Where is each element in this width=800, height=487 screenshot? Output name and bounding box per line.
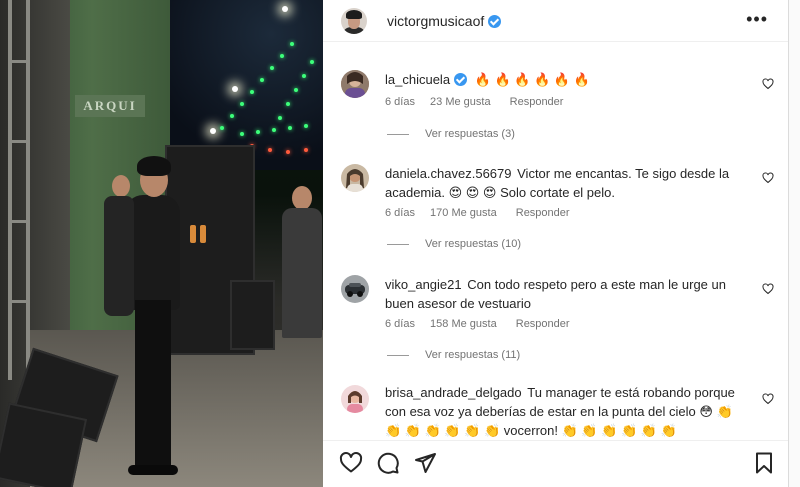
verified-badge-icon [454,73,468,86]
view-replies-text[interactable]: Ver respuestas (11) [425,349,520,361]
post-photo[interactable]: ARQUI [0,0,323,487]
photo-scaffold [8,140,30,143]
verified-badge-icon [488,14,502,28]
reply-button[interactable]: Responder [516,318,570,330]
share-icon[interactable] [413,451,437,475]
post-action-bar [323,440,788,487]
window-right-edge [788,0,800,487]
photo-singer-legs [135,300,171,470]
comments-panel: victorgmusicaof ••• la_chicuela 🔥 🔥 🔥 🔥 … [323,0,788,487]
comment-age: 6 días [385,207,415,219]
comment-likes[interactable]: 23 Me gusta [430,96,491,108]
author-username-text[interactable]: victorgmusicaof [387,13,484,29]
view-replies-text[interactable]: Ver respuestas (3) [425,128,515,140]
comment-text-block: daniela.chavez.56679 Victor me encantas.… [385,164,747,202]
photo-scaffold [8,220,30,223]
view-replies-button[interactable]: Ver respuestas (3) [387,128,515,140]
photo-scaffold [26,0,30,380]
more-horizontal-icon[interactable]: ••• [746,10,768,28]
photo-bottle [190,225,196,243]
photo-bystander-head [112,175,130,197]
photo-string-lights [210,40,323,160]
photo-bottle [200,225,206,243]
photo-speaker [230,280,275,350]
photo-singer-hair [137,156,171,176]
comment-username[interactable]: brisa_andrade_delgado [385,385,522,400]
comment-likes[interactable]: 170 Me gusta [430,207,497,219]
comment-username[interactable]: viko_angie21 [385,277,462,292]
photo-bystander-body [104,196,134,316]
photo-bystander-head [292,186,312,210]
reply-button[interactable]: Responder [510,96,564,108]
comment-icon[interactable] [376,451,400,475]
commenter-avatar[interactable] [341,164,369,192]
comment-username[interactable]: daniela.chavez.56679 [385,166,512,181]
photo-bystander-body [282,208,322,338]
photo-street-lamp [282,6,288,12]
comment-text-block: viko_angie21 Con todo respeto pero a est… [385,275,747,313]
photo-building-sign: ARQUI [75,95,145,117]
replies-line [387,133,409,135]
bookmark-icon[interactable] [752,451,776,475]
comment-meta: 6 días 170 Me gusta Responder [385,207,582,219]
photo-scaffold [8,0,12,380]
comment-username[interactable]: la_chicuela [385,72,450,87]
photo-scaffold [8,300,30,303]
view-replies-text[interactable]: Ver respuestas (10) [425,238,521,250]
comment-text-block: brisa_andrade_delgado Tu manager te está… [385,383,747,440]
comment-meta: 6 días 158 Me gusta Responder [385,318,582,330]
view-replies-button[interactable]: Ver respuestas (11) [387,349,520,361]
author-avatar[interactable] [341,7,367,34]
replies-line [387,243,409,245]
commenter-avatar[interactable] [341,275,369,303]
comment-heart-icon[interactable] [762,283,774,295]
comment-heart-icon[interactable] [762,172,774,184]
replies-line [387,354,409,356]
comment-text: 🔥 🔥 🔥 🔥 🔥 🔥 [474,72,590,87]
comment-heart-icon[interactable] [762,78,774,90]
comment-age: 6 días [385,96,415,108]
comment-likes[interactable]: 158 Me gusta [430,318,497,330]
comment-meta: 6 días 23 Me gusta Responder [385,96,575,108]
view-replies-button[interactable]: Ver respuestas (10) [387,238,521,250]
reply-button[interactable]: Responder [516,207,570,219]
commenter-avatar[interactable] [341,385,369,413]
photo-scaffold [8,60,30,63]
heart-icon[interactable] [339,451,363,475]
commenter-avatar[interactable] [341,70,369,98]
post-header: victorgmusicaof ••• [323,0,788,42]
comment-text-block: la_chicuela 🔥 🔥 🔥 🔥 🔥 🔥 [385,70,747,89]
photo-singer-shoes [128,465,178,475]
comment-heart-icon[interactable] [762,393,774,405]
comment-age: 6 días [385,318,415,330]
author-username[interactable]: victorgmusicaof [387,13,502,29]
